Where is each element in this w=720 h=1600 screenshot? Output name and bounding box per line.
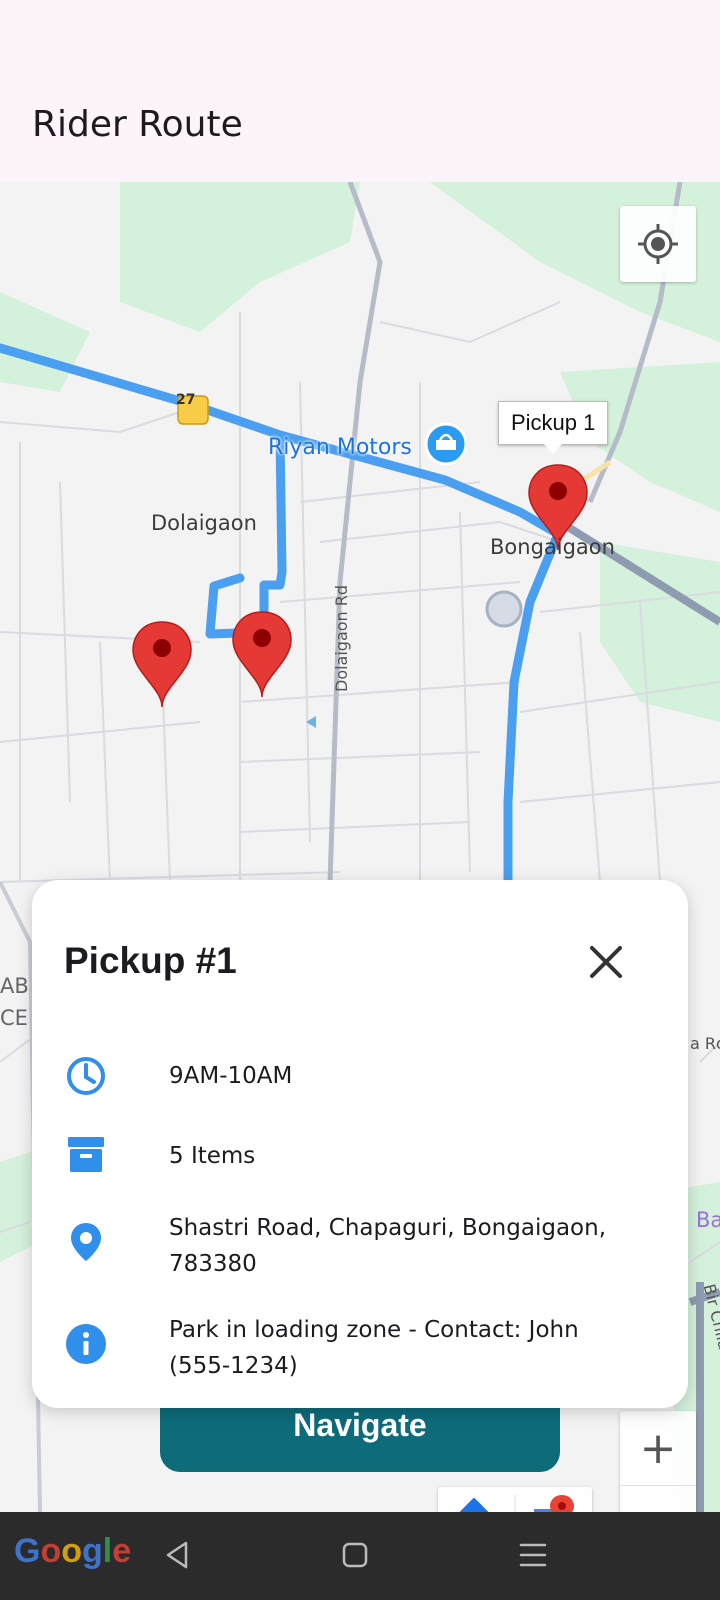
info-icon — [66, 1324, 106, 1364]
time-window-text: 9AM-10AM — [169, 1063, 293, 1089]
address-text: Shastri Road, Chapaguri, Bongaigaon, 783… — [169, 1215, 606, 1277]
notes-text: Park in loading zone - Contact: John (55… — [169, 1317, 579, 1379]
page-title: Rider Route — [32, 104, 243, 145]
recent-apps-icon[interactable] — [508, 1530, 558, 1580]
card-title: Pickup #1 — [64, 940, 237, 981]
location-pin-icon — [71, 1223, 101, 1261]
back-icon[interactable] — [152, 1530, 202, 1580]
archive-box-icon — [68, 1137, 104, 1172]
poi-riyan-motors[interactable]: Riyan Motors — [268, 435, 412, 460]
map-marker[interactable] — [132, 621, 192, 708]
items-count-text: 5 Items — [169, 1143, 256, 1169]
highway-number: 27 — [176, 392, 196, 408]
marker-tooltip: Pickup 1 — [498, 401, 609, 454]
edge-label: CE — [0, 1006, 28, 1030]
pickup-info-card: Pickup #1 9AM-10AM 5 Items Shastri Road,… — [32, 880, 688, 1408]
edge-label: a Rd — [690, 1034, 720, 1053]
google-logo: Google — [14, 1532, 132, 1570]
zoom-in-button[interactable]: + — [620, 1411, 696, 1486]
map-marker[interactable] — [232, 611, 292, 698]
close-icon[interactable] — [582, 938, 630, 986]
edge-label: Ba — [696, 1208, 720, 1232]
place-dolaigaon: Dolaigaon — [151, 511, 257, 535]
road-dolaigaon-rd: Dolaigaon Rd — [332, 584, 351, 692]
edge-label: AB — [0, 974, 29, 998]
app-bar: Rider Route — [0, 0, 720, 182]
home-icon[interactable] — [330, 1530, 380, 1580]
my-location-button[interactable] — [620, 206, 696, 282]
crosshair-icon — [638, 224, 678, 264]
place-bongaigaon: Bongaigaon — [490, 535, 615, 559]
clock-icon — [67, 1057, 105, 1095]
